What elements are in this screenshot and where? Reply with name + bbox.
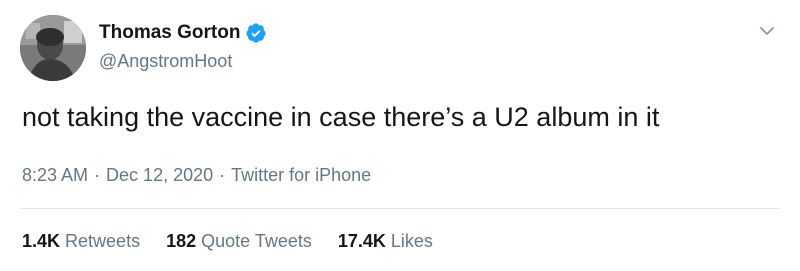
avatar[interactable] — [20, 15, 86, 81]
tweet-source[interactable]: Twitter for iPhone — [231, 164, 371, 186]
likes-stat[interactable]: 17.4K Likes — [338, 230, 433, 252]
tweet-text: not taking the vaccine in case there’s a… — [22, 102, 660, 132]
author-display-name[interactable]: Thomas Gorton — [99, 22, 240, 44]
tweet-date[interactable]: Dec 12, 2020 — [106, 164, 213, 186]
author-handle[interactable]: @AngstromHoot — [99, 50, 232, 72]
tweet-card: Thomas Gorton @AngstromHoot not taking t… — [0, 0, 800, 271]
likes-count: 17.4K — [337, 231, 386, 251]
tweet-meta: 8:23 AM · Dec 12, 2020 · Twitter for iPh… — [22, 164, 371, 186]
author-name-row: Thomas Gorton — [99, 22, 267, 44]
meta-separator: · — [94, 165, 101, 185]
retweets-count: 1.4K — [22, 231, 61, 251]
retweets-label: Retweets — [65, 231, 141, 251]
divider — [20, 208, 780, 209]
tweet-time[interactable]: 8:23 AM — [22, 164, 88, 186]
quote-tweets-count: 182 — [166, 231, 197, 251]
tweet-stats: 1.4K Retweets 182 Quote Tweets 17.4K Lik… — [22, 230, 459, 252]
meta-separator: · — [219, 165, 226, 185]
chevron-down-icon[interactable] — [756, 20, 778, 42]
quote-tweets-stat[interactable]: 182 Quote Tweets — [166, 230, 312, 252]
avatar-photo — [20, 15, 86, 81]
likes-label: Likes — [390, 231, 433, 251]
quote-tweets-label: Quote Tweets — [201, 231, 312, 251]
retweets-stat[interactable]: 1.4K Retweets — [22, 230, 140, 252]
verified-badge-icon — [245, 22, 267, 44]
